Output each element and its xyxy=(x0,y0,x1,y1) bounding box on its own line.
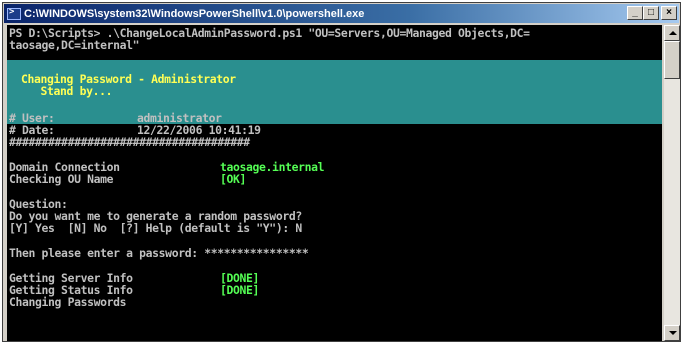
command-line-2: taosage,DC=internal" xyxy=(9,38,140,52)
ou-label: Checking OU Name xyxy=(9,172,114,186)
status-info-status: [DONE] xyxy=(220,283,260,297)
arrow-up-icon xyxy=(669,31,677,35)
minimize-button[interactable]: _ xyxy=(627,6,643,20)
hash-separator: ##################################### xyxy=(9,135,250,149)
console-output[interactable]: PS D:\Scripts> .\ChangeLocalAdminPasswor… xyxy=(7,25,662,341)
close-button[interactable]: × xyxy=(661,6,677,20)
ou-status: [OK] xyxy=(220,172,247,186)
scroll-up-button[interactable] xyxy=(664,25,680,41)
window-controls: _ □ × xyxy=(627,6,677,20)
arrow-down-icon xyxy=(669,331,677,335)
powershell-window: > C:\WINDOWS\system32\WindowsPowerShell\… xyxy=(2,2,681,342)
title-bar[interactable]: > C:\WINDOWS\system32\WindowsPowerShell\… xyxy=(4,4,679,23)
scroll-down-button[interactable] xyxy=(664,325,680,341)
changing-passwords-text: Changing Passwords xyxy=(9,295,127,309)
question-prompt: [Y] Yes [N] No [?] Help (default is "Y")… xyxy=(9,221,302,235)
password-prompt: Then please enter a password: **********… xyxy=(9,246,309,260)
scroll-thumb[interactable] xyxy=(664,41,680,79)
vertical-scrollbar[interactable] xyxy=(664,25,680,341)
maximize-button[interactable]: □ xyxy=(643,6,659,20)
powershell-icon: > xyxy=(7,7,21,20)
window-title: C:\WINDOWS\system32\WindowsPowerShell\v1… xyxy=(24,7,365,20)
status-banner: Changing Password - Administrator Stand … xyxy=(7,60,662,124)
banner-subtitle: Stand by... xyxy=(21,84,113,98)
